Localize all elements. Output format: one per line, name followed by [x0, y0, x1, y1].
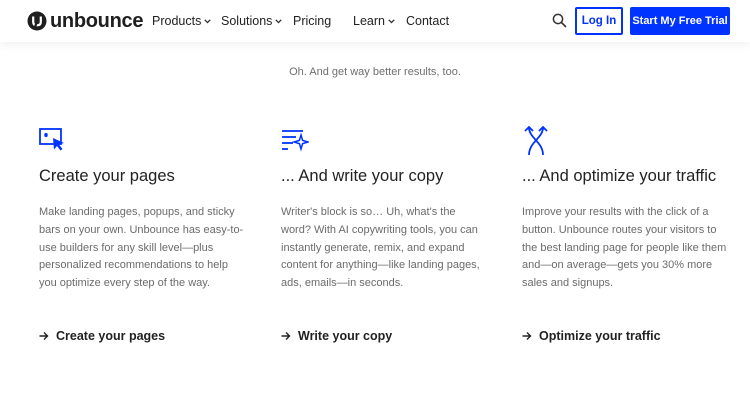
chevron-down-icon: [388, 19, 395, 24]
cursor-window-icon: [39, 128, 64, 151]
write-copy-link[interactable]: Write your copy: [281, 329, 392, 343]
nav-products[interactable]: Products: [152, 13, 212, 29]
feature-description: Improve your results with the click of a…: [522, 206, 727, 290]
arrow-right-icon: [281, 332, 291, 340]
arrow-right-icon: [522, 332, 532, 340]
start-free-trial-button[interactable]: Start My Free Trial: [630, 7, 730, 35]
feature-title: Create your pages: [39, 167, 175, 185]
feature-description: Writer's block is so… Uh, what's the wor…: [281, 206, 480, 290]
nav-learn-label: Learn: [353, 14, 385, 28]
nav-pricing[interactable]: Pricing: [293, 13, 331, 29]
unbounce-logo[interactable]: unbounce: [27, 10, 143, 32]
chevron-down-icon: [275, 19, 283, 24]
sparkle-lines-icon: [282, 130, 309, 152]
logo-text: unbounce: [50, 10, 144, 32]
create-pages-link[interactable]: Create your pages: [39, 329, 165, 343]
tagline: Oh. And get way better results, too.: [289, 66, 461, 78]
link-label: Create your pages: [56, 329, 166, 343]
search-icon[interactable]: [552, 13, 567, 28]
split-arrows-icon: [524, 126, 548, 156]
feature-description: Make landing pages, popups, and sticky b…: [39, 206, 244, 290]
chevron-down-icon: [204, 19, 212, 24]
nav-contact[interactable]: Contact: [406, 13, 449, 29]
site-header: unbounce Products Solutions Pricing Lear…: [0, 0, 750, 42]
feature-title: ... And write your copy: [281, 167, 444, 185]
nav-learn[interactable]: Learn: [353, 13, 395, 29]
arrow-right-icon: [39, 332, 49, 340]
nav-products-label: Products: [152, 14, 202, 28]
link-label: Optimize your traffic: [539, 329, 661, 343]
optimize-traffic-link[interactable]: Optimize your traffic: [522, 329, 661, 343]
nav-solutions-label: Solutions: [221, 14, 273, 28]
feature-title: ... And optimize your traffic: [522, 167, 717, 185]
nav-solutions[interactable]: Solutions: [221, 13, 283, 29]
unbounce-logo-icon: [27, 11, 47, 31]
nav-pricing-label: Pricing: [293, 14, 332, 28]
link-label: Write your copy: [298, 329, 393, 343]
nav-contact-label: Contact: [406, 14, 450, 28]
login-button[interactable]: Log In: [575, 7, 623, 35]
